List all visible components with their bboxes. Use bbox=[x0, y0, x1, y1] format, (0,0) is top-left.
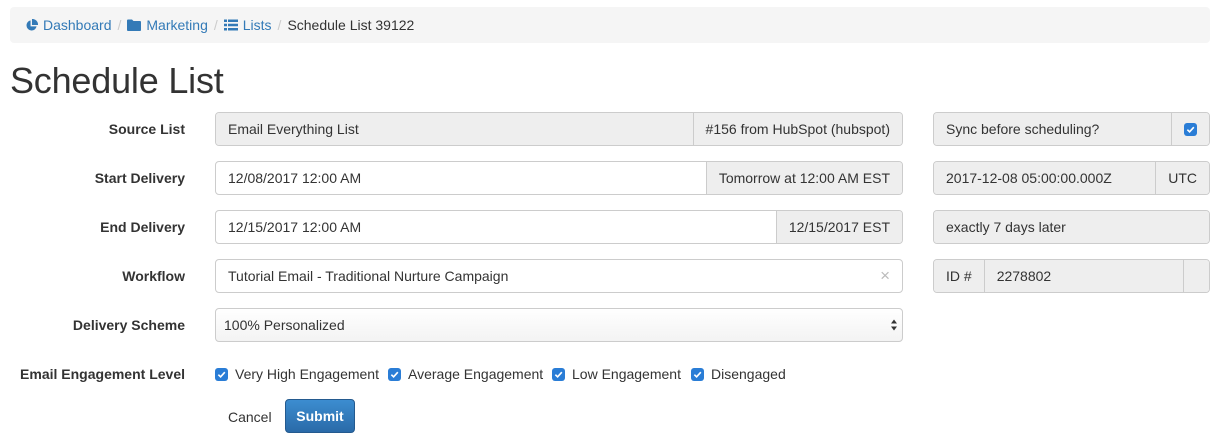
breadcrumb: Dashboard / Marketing / Lists / Schedule… bbox=[10, 7, 1210, 43]
workflow-id-label: ID # bbox=[934, 260, 985, 292]
workflow-value: Tutorial Email - Traditional Nurture Cam… bbox=[228, 268, 509, 284]
breadcrumb-lists[interactable]: Lists bbox=[223, 17, 272, 33]
folder-icon bbox=[127, 19, 142, 31]
breadcrumb-dashboard[interactable]: Dashboard bbox=[25, 17, 112, 33]
engagement-option-label: Average Engagement bbox=[408, 366, 544, 382]
source-list-value: Email Everything List bbox=[216, 113, 693, 145]
breadcrumb-current: Schedule List 39122 bbox=[287, 17, 415, 33]
end-relative-field: exactly 7 days later bbox=[933, 210, 1210, 244]
engagement-option-low[interactable]: Low Engagement bbox=[552, 366, 681, 382]
breadcrumb-separator: / bbox=[277, 17, 282, 33]
source-list-label: Source List bbox=[108, 121, 185, 137]
start-delivery-field: 12/08/2017 12:00 AM Tomorrow at 12:00 AM… bbox=[215, 161, 903, 195]
workflow-id-field: ID # 2278802 bbox=[933, 259, 1210, 293]
sync-label: Sync before scheduling? bbox=[934, 113, 1171, 145]
workflow-select[interactable]: Tutorial Email - Traditional Nurture Cam… bbox=[215, 259, 903, 293]
end-relative-value: exactly 7 days later bbox=[934, 211, 1209, 243]
start-delivery-addon: Tomorrow at 12:00 AM EST bbox=[705, 162, 902, 194]
sync-checkbox[interactable] bbox=[1171, 113, 1209, 145]
checkbox-checked-icon bbox=[388, 367, 401, 381]
engagement-option-disengaged[interactable]: Disengaged bbox=[691, 366, 786, 382]
checkbox-checked-icon bbox=[552, 367, 565, 381]
engagement-option-label: Disengaged bbox=[711, 366, 786, 382]
clear-icon[interactable]: × bbox=[868, 260, 902, 292]
workflow-id-addon bbox=[1183, 260, 1209, 292]
engagement-label: Email Engagement Level bbox=[20, 366, 185, 382]
delivery-scheme-label: Delivery Scheme bbox=[72, 317, 185, 333]
checkbox-checked-icon bbox=[215, 367, 228, 381]
breadcrumb-dashboard-label: Dashboard bbox=[43, 17, 112, 33]
pie-chart-icon bbox=[25, 18, 38, 32]
engagement-option-average[interactable]: Average Engagement bbox=[388, 366, 543, 382]
end-delivery-input[interactable]: 12/15/2017 12:00 AM bbox=[216, 211, 776, 243]
breadcrumb-marketing[interactable]: Marketing bbox=[127, 17, 208, 33]
select-arrows-icon bbox=[890, 318, 898, 332]
end-delivery-field: 12/15/2017 12:00 AM 12/15/2017 EST bbox=[215, 210, 903, 244]
engagement-option-label: Low Engagement bbox=[572, 366, 681, 382]
breadcrumb-marketing-label: Marketing bbox=[146, 17, 208, 33]
workflow-id-value: 2278802 bbox=[984, 260, 1183, 292]
end-delivery-addon: 12/15/2017 EST bbox=[775, 211, 902, 243]
delivery-scheme-value: 100% Personalized bbox=[224, 317, 345, 333]
list-icon bbox=[223, 19, 238, 31]
submit-button[interactable]: Submit bbox=[285, 399, 355, 433]
start-delivery-input[interactable]: 12/08/2017 12:00 AM bbox=[216, 162, 706, 194]
breadcrumb-lists-label: Lists bbox=[242, 17, 272, 33]
engagement-option-very-high[interactable]: Very High Engagement bbox=[215, 366, 379, 382]
source-list-field: Email Everything List #156 from HubSpot … bbox=[215, 112, 903, 146]
sync-field: Sync before scheduling? bbox=[933, 112, 1210, 146]
checkbox-checked-icon bbox=[691, 367, 704, 381]
page-title: Schedule List bbox=[10, 60, 224, 101]
checkbox-checked-icon bbox=[1184, 122, 1197, 136]
workflow-label: Workflow bbox=[122, 268, 185, 284]
breadcrumb-separator: / bbox=[117, 17, 122, 33]
engagement-option-label: Very High Engagement bbox=[235, 366, 379, 382]
start-utc-field: 2017-12-08 05:00:00.000Z UTC bbox=[933, 161, 1210, 195]
start-delivery-label: Start Delivery bbox=[94, 170, 185, 186]
start-utc-value: 2017-12-08 05:00:00.000Z bbox=[934, 162, 1156, 194]
source-list-addon: #156 from HubSpot (hubspot) bbox=[692, 113, 902, 145]
cancel-button[interactable]: Cancel bbox=[226, 400, 274, 433]
start-utc-addon: UTC bbox=[1155, 162, 1209, 194]
breadcrumb-separator: / bbox=[213, 17, 218, 33]
end-delivery-label: End Delivery bbox=[100, 219, 185, 235]
delivery-scheme-select[interactable]: 100% Personalized bbox=[215, 308, 903, 342]
